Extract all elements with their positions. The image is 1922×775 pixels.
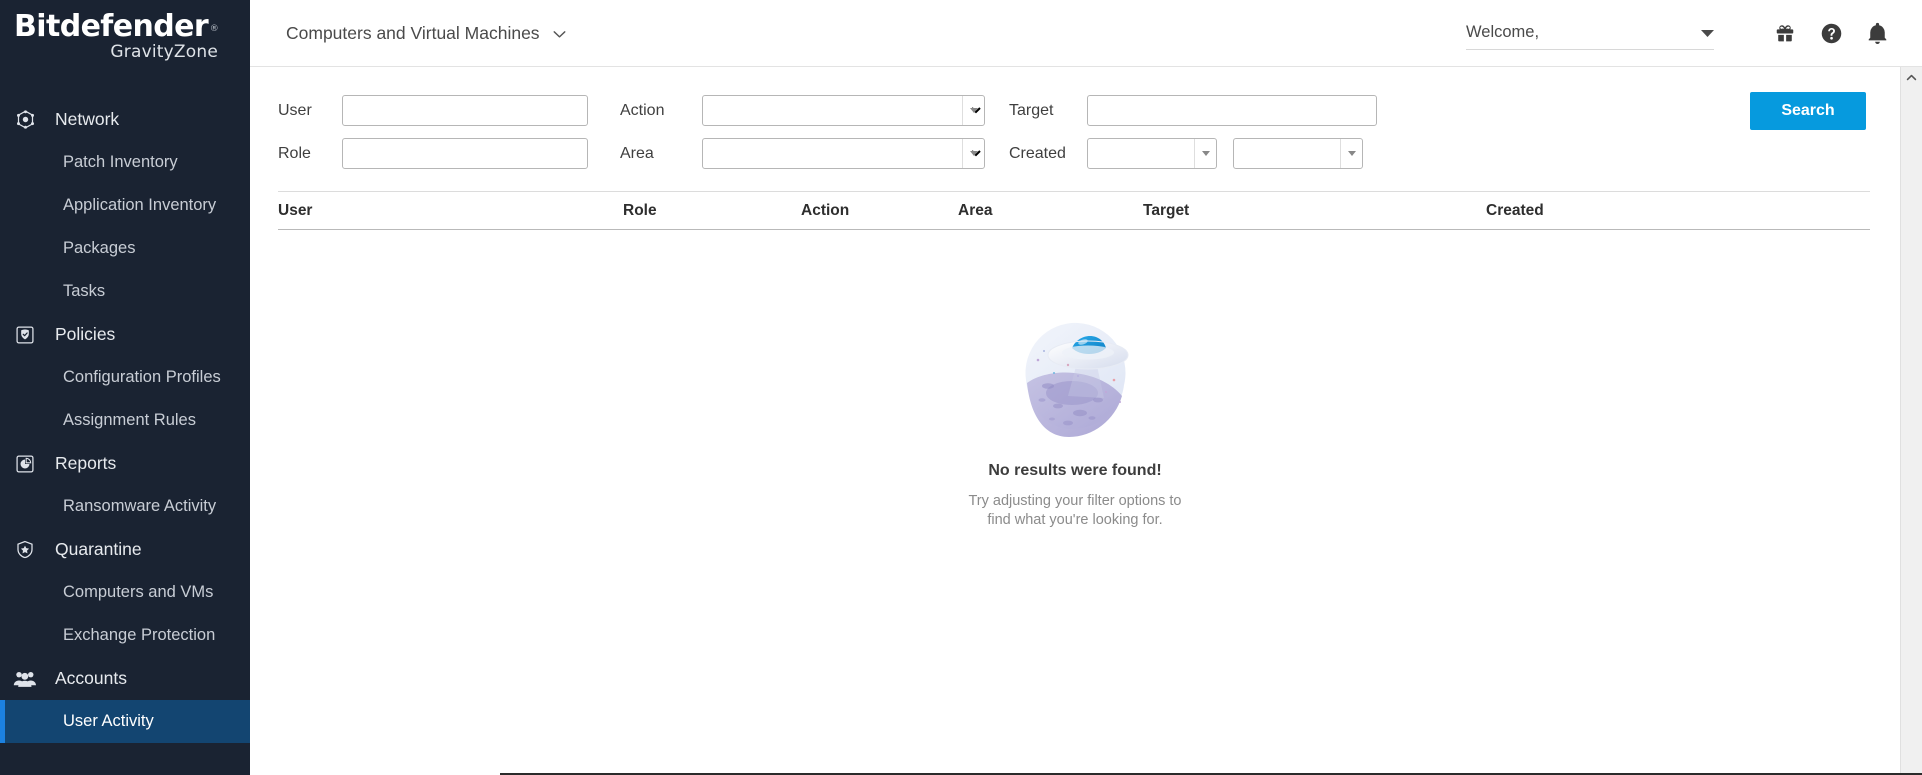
area-select[interactable] [702, 138, 985, 169]
created-to-field[interactable] [1233, 138, 1363, 169]
filter-label-user: User [278, 102, 342, 120]
user-input[interactable] [342, 95, 588, 126]
created-from-input[interactable] [1087, 138, 1217, 169]
reports-icon [8, 453, 42, 475]
top-header: Computers and Virtual Machines Welcome, [250, 0, 1922, 67]
sidebar-item-label: Network [55, 109, 119, 130]
sidebar-item-computers-and-vms[interactable]: Computers and VMs [0, 571, 250, 614]
brand-name: Bitdefender ® [14, 10, 208, 44]
column-header-target[interactable]: Target [1143, 202, 1486, 220]
sidebar-item-ransomware-activity[interactable]: Ransomware Activity [0, 485, 250, 528]
created-from-field[interactable] [1087, 138, 1217, 169]
column-header-user[interactable]: User [278, 202, 623, 220]
sidebar-item-application-inventory[interactable]: Application Inventory [0, 184, 250, 227]
welcome-label: Welcome, [1466, 23, 1539, 42]
filter-label-area: Area [620, 145, 702, 163]
sidebar-item-label: Policies [55, 324, 115, 345]
sidebar-item-tasks[interactable]: Tasks [0, 270, 250, 313]
filter-label-target: Target [1009, 102, 1087, 120]
page-scope-label: Computers and Virtual Machines [286, 23, 540, 44]
sidebar-item-exchange-protection[interactable]: Exchange Protection [0, 614, 250, 657]
sidebar-item-label: Accounts [55, 668, 127, 689]
gift-icon[interactable] [1762, 13, 1808, 53]
action-select[interactable] [702, 95, 985, 126]
sidebar-item-label: Tasks [63, 282, 105, 301]
user-menu[interactable]: Welcome, [1466, 16, 1714, 50]
sidebar-item-label: Application Inventory [63, 196, 216, 215]
registered-mark: ® [210, 12, 218, 46]
bell-icon[interactable] [1854, 13, 1900, 53]
brand-logo[interactable]: Bitdefender ® GravityZone [0, 0, 250, 72]
top-header-right: Welcome, [1466, 13, 1900, 53]
column-header-role[interactable]: Role [623, 202, 801, 220]
accounts-icon [8, 668, 42, 690]
sidebar-item-label: Quarantine [55, 539, 142, 560]
empty-state: No results were found! Try adjusting you… [250, 230, 1900, 530]
sidebar-item-network[interactable]: Network [0, 98, 250, 141]
table-header: User Role Action Area Target Created [278, 192, 1870, 230]
ufo-planet-illustration [1010, 318, 1140, 440]
sidebar: Bitdefender ® GravityZone [0, 0, 250, 775]
sidebar-item-label: Computers and VMs [63, 583, 213, 602]
empty-state-title: No results were found! [988, 462, 1161, 480]
action-select-control[interactable] [702, 95, 985, 126]
page-scope-selector[interactable]: Computers and Virtual Machines [286, 23, 566, 44]
vertical-scrollbar[interactable] [1900, 67, 1922, 775]
chevron-up-icon [1906, 68, 1917, 86]
brand-name-text: Bitdefender [14, 9, 208, 44]
created-to-input[interactable] [1233, 138, 1363, 169]
sidebar-item-packages[interactable]: Packages [0, 227, 250, 270]
gravityzone-console: Bitdefender ® GravityZone [0, 0, 1922, 775]
sidebar-item-accounts[interactable]: Accounts [0, 657, 250, 700]
filter-row-1: User Action Target [278, 89, 1870, 132]
scroll-up-button[interactable] [1901, 67, 1922, 87]
sidebar-item-label: Assignment Rules [63, 411, 196, 430]
empty-state-subtitle: Try adjusting your filter options to fin… [960, 492, 1190, 530]
role-input[interactable] [342, 138, 588, 169]
sidebar-item-reports[interactable]: Reports [0, 442, 250, 485]
sidebar-item-label: Reports [55, 453, 116, 474]
sidebar-item-label: Patch Inventory [63, 153, 178, 172]
sidebar-item-label: Configuration Profiles [63, 368, 221, 387]
sidebar-item-policies[interactable]: Policies [0, 313, 250, 356]
sidebar-item-label: Exchange Protection [63, 626, 215, 645]
sidebar-item-label: Packages [63, 239, 135, 258]
sidebar-item-configuration-profiles[interactable]: Configuration Profiles [0, 356, 250, 399]
sidebar-item-label: Ransomware Activity [63, 497, 216, 516]
column-header-created[interactable]: Created [1486, 202, 1870, 220]
filter-label-created: Created [1009, 145, 1087, 163]
column-header-area[interactable]: Area [958, 202, 1143, 220]
caret-down-icon [1701, 24, 1714, 42]
policies-icon [8, 324, 42, 346]
sidebar-item-user-activity[interactable]: User Activity [0, 700, 250, 743]
quarantine-icon [8, 539, 42, 561]
sidebar-item-patch-inventory[interactable]: Patch Inventory [0, 141, 250, 184]
area-select-control[interactable] [702, 138, 985, 169]
filter-label-action: Action [620, 102, 702, 120]
filter-row-2: Role Area Created [278, 132, 1870, 175]
sidebar-item-assignment-rules[interactable]: Assignment Rules [0, 399, 250, 442]
target-input[interactable] [1087, 95, 1377, 126]
filter-label-role: Role [278, 145, 342, 163]
search-button-wrap: Search [1750, 92, 1870, 130]
search-button[interactable]: Search [1750, 92, 1866, 130]
chevron-down-icon [553, 23, 566, 44]
filter-panel: User Action Target [278, 67, 1870, 192]
sidebar-nav: Network Patch Inventory Application Inve… [0, 98, 250, 743]
sidebar-item-label: User Activity [63, 712, 154, 731]
sidebar-item-quarantine[interactable]: Quarantine [0, 528, 250, 571]
help-icon[interactable] [1808, 13, 1854, 53]
main-area: Computers and Virtual Machines Welcome, [250, 0, 1922, 775]
column-header-action[interactable]: Action [801, 202, 958, 220]
content-area: User Action Target [250, 67, 1922, 775]
network-icon [8, 109, 42, 131]
scroll-region: User Action Target [250, 67, 1900, 775]
